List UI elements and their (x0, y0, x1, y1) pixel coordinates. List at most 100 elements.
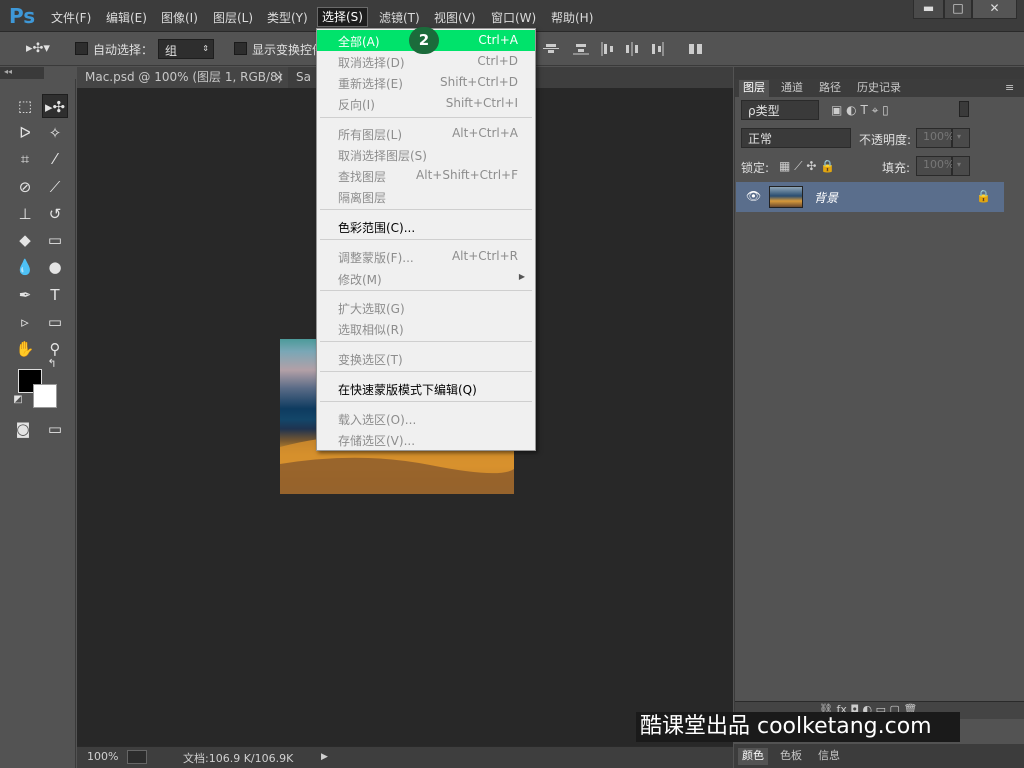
panel-collapse-handle[interactable] (734, 67, 1024, 79)
path-selection-tool-icon[interactable]: ▹ (12, 310, 38, 334)
menu-item-load-selection[interactable]: 载入选区(O)... (317, 408, 535, 428)
magic-wand-tool-icon[interactable]: ✧ (42, 121, 68, 145)
menu-item-grow[interactable]: 扩大选取(G) (317, 297, 535, 317)
blend-mode-dropdown[interactable]: 正常 (741, 128, 851, 148)
document-size: 文档:106.9 K/106.9K (183, 752, 294, 765)
screen-mode-icon[interactable]: ▭ (42, 417, 68, 441)
menu-view[interactable]: 视图(V) (434, 9, 476, 26)
menu-layer[interactable]: 图层(L) (213, 9, 253, 26)
doc-tab-mac[interactable]: Mac.psd @ 100% (图层 1, RGB/8) (77, 67, 288, 88)
layer-thumbnail (769, 186, 803, 208)
minimize-button[interactable]: ▬ (913, 0, 944, 19)
brush-tool-icon[interactable]: ⟋ (42, 175, 68, 199)
menu-item-all-layers[interactable]: 所有图层(L) Alt+Ctrl+A (317, 123, 535, 143)
hand-tool-icon[interactable]: ✋ (12, 337, 38, 361)
maximize-button[interactable]: □ (944, 0, 972, 19)
eyedropper-tool-icon[interactable]: ⁄ (42, 147, 68, 171)
menu-item-transform-selection[interactable]: 变换选区(T) (317, 348, 535, 368)
status-info-icon[interactable] (127, 750, 147, 764)
menu-separator (320, 341, 532, 342)
menu-item-quick-mask[interactable]: 在快速蒙版模式下编辑(Q) (317, 378, 535, 398)
move-tool-icon[interactable]: ▸✣ (42, 94, 68, 118)
align-vertical-centers-icon[interactable] (543, 42, 559, 56)
eraser-tool-icon[interactable]: ◆ (12, 228, 38, 252)
tab-info[interactable]: 信息 (814, 748, 844, 765)
distribute-icon[interactable] (688, 42, 704, 56)
menu-separator (320, 401, 532, 402)
gradient-tool-icon[interactable]: ▭ (42, 228, 68, 252)
layer-name[interactable]: 背景 (814, 189, 838, 206)
menu-item-similar[interactable]: 选取相似(R) (317, 318, 535, 338)
menu-item-color-range[interactable]: 色彩范围(C)... (317, 216, 535, 236)
menu-separator (320, 209, 532, 210)
menu-help[interactable]: 帮助(H) (551, 9, 593, 26)
status-menu-arrow-icon[interactable]: ▶ (321, 752, 328, 762)
clone-stamp-tool-icon[interactable]: ⊥ (12, 202, 38, 226)
lasso-tool-icon[interactable]: ᐅ (12, 121, 38, 145)
move-tool-preset-icon[interactable]: ▸✣▾ (26, 41, 50, 56)
opacity-arrow-icon[interactable]: ▾ (952, 128, 970, 148)
align-horizontal-centers-icon[interactable] (624, 42, 640, 56)
layer-row-background[interactable]: 👁 背景 🔒 (736, 182, 1004, 212)
dodge-tool-icon[interactable]: ● (42, 255, 68, 279)
fill-arrow-icon[interactable]: ▾ (952, 156, 970, 176)
layer-kind-filter[interactable]: ρ类型 (741, 100, 819, 120)
doc-tab-close-icon[interactable]: × (270, 67, 290, 88)
menu-item-save-selection[interactable]: 存储选区(V)... (317, 429, 535, 449)
menu-edit[interactable]: 编辑(E) (106, 9, 147, 26)
menu-item-refine-mask[interactable]: 调整蒙版(F)... Alt+Ctrl+R (317, 246, 535, 266)
photoshop-logo: Ps (9, 4, 36, 28)
menu-window[interactable]: 窗口(W) (491, 9, 536, 26)
background-color-swatch[interactable] (33, 384, 57, 408)
rectangle-tool-icon[interactable]: ▭ (42, 310, 68, 334)
menu-type[interactable]: 类型(Y) (267, 9, 308, 26)
menu-filter[interactable]: 滤镜(T) (379, 9, 420, 26)
default-colors-icon[interactable]: ◩ (10, 392, 26, 408)
menu-item-modify[interactable]: 修改(M) ▶ (317, 268, 535, 288)
align-left-edges-icon[interactable] (601, 42, 617, 56)
filter-pixel-icon[interactable]: ▣ ◐ T ⌖ ▯ (831, 103, 889, 118)
toolbar-collapse-handle[interactable]: ◂◂ (0, 67, 44, 79)
menu-item-inverse[interactable]: 反向(I) Shift+Ctrl+I (317, 93, 535, 113)
visibility-eye-icon[interactable]: 👁 (746, 189, 761, 203)
type-tool-icon[interactable]: T (42, 283, 68, 307)
menu-item-deselect[interactable]: 取消选择(D) Ctrl+D (317, 51, 535, 71)
quick-mask-icon[interactable]: ◙ (10, 417, 36, 441)
menu-select[interactable]: 选择(S) (317, 7, 368, 27)
auto-select-checkbox[interactable] (75, 42, 88, 55)
doc-tab-sa[interactable]: Sa (292, 67, 316, 88)
panel-menu-icon[interactable]: ≡ (1001, 80, 1018, 97)
tab-channels[interactable]: 通道 (777, 80, 807, 97)
tab-swatches[interactable]: 色板 (776, 748, 806, 765)
menu-file[interactable]: 文件(F) (51, 9, 91, 26)
lock-icons[interactable]: ▦ ⟋ ✣ 🔒 (779, 159, 835, 174)
fill-input[interactable]: 100% (916, 156, 954, 176)
rectangular-marquee-tool-icon[interactable]: ⬚ (12, 94, 38, 118)
menu-item-isolate-layers[interactable]: 隔离图层 (317, 186, 535, 206)
healing-brush-tool-icon[interactable]: ⊘ (12, 175, 38, 199)
layer-lock-icon: 🔒 (976, 189, 991, 203)
show-transform-label: 显示变换控件 (252, 43, 325, 57)
tab-color[interactable]: 颜色 (738, 748, 768, 765)
filter-toggle[interactable] (959, 101, 969, 117)
opacity-input[interactable]: 100% (916, 128, 954, 148)
tab-paths[interactable]: 路径 (815, 80, 845, 97)
auto-select-dropdown[interactable]: 组 ⇕ (158, 39, 214, 59)
align-right-edges-icon[interactable] (648, 42, 664, 56)
menu-item-reselect[interactable]: 重新选择(E) Shift+Ctrl+D (317, 72, 535, 92)
tab-history[interactable]: 历史记录 (853, 80, 905, 97)
menu-item-deselect-layers[interactable]: 取消选择图层(S) (317, 144, 535, 164)
swap-colors-icon[interactable]: ↰ (44, 356, 60, 372)
pen-tool-icon[interactable]: ✒ (12, 283, 38, 307)
crop-tool-icon[interactable]: ⌗ (12, 147, 38, 171)
menu-item-find-layers[interactable]: 查找图层 Alt+Shift+Ctrl+F (317, 165, 535, 185)
close-button[interactable]: ✕ (972, 0, 1017, 19)
menu-image[interactable]: 图像(I) (161, 9, 198, 26)
show-transform-checkbox[interactable] (234, 42, 247, 55)
opacity-label: 不透明度: (859, 133, 912, 147)
zoom-level[interactable]: 100% (87, 750, 118, 763)
align-bottom-edges-icon[interactable] (573, 42, 589, 56)
history-brush-tool-icon[interactable]: ↺ (42, 202, 68, 226)
tab-layers[interactable]: 图层 (739, 80, 769, 97)
blur-tool-icon[interactable]: 💧 (12, 255, 38, 279)
